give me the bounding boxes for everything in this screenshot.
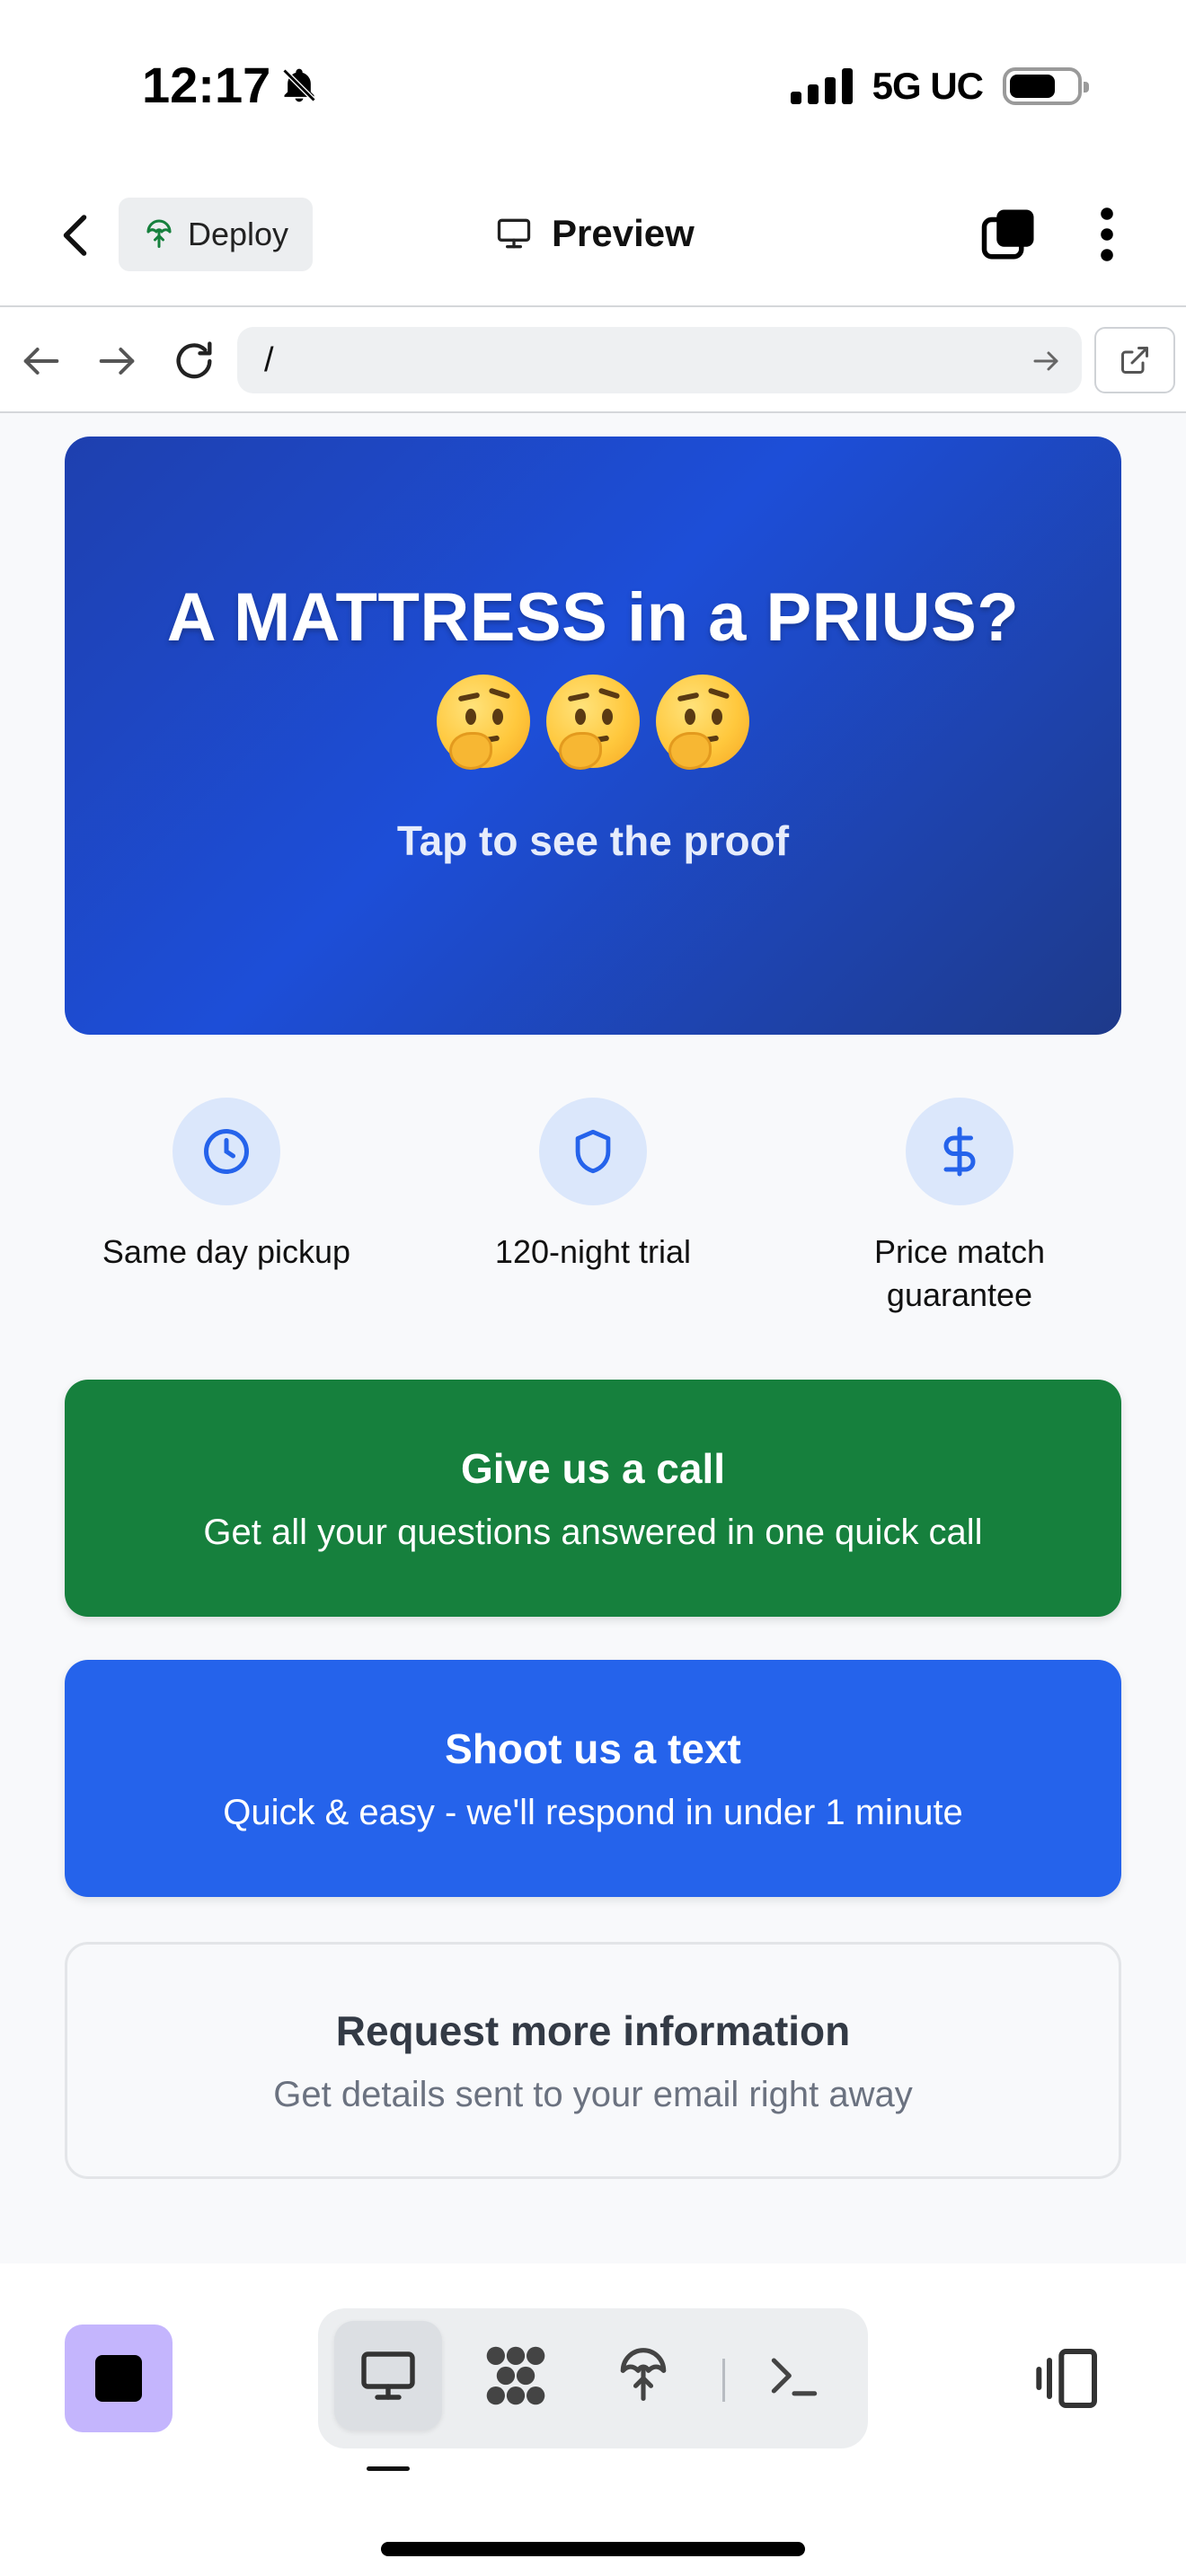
feature-same-day-pickup: Same day pickup [65,1098,388,1274]
feature-price-match: Price match guarantee [798,1098,1121,1317]
feature-icon-badge [906,1098,1013,1205]
deploy-button[interactable]: Deploy [119,198,313,271]
panel-toggle-icon[interactable] [1031,2342,1103,2414]
thinking-face-icon [546,675,640,770]
deploy-label: Deploy [187,216,289,252]
bell-slash-icon [282,68,316,101]
terminal-icon [771,2358,818,2396]
go-arrow-icon[interactable] [1030,345,1062,377]
reload-icon[interactable] [171,338,217,384]
battery-icon [1003,67,1089,105]
signal-icon [790,68,853,104]
tool-apps[interactable] [462,2321,570,2430]
request-info-subtitle: Get details sent to your email right awa… [273,2074,913,2114]
deploy-icon [620,2348,667,2402]
feature-label: Price match guarantee [873,1233,1046,1313]
call-title: Give us a call [460,1444,726,1492]
stop-icon [95,2355,142,2402]
tabs-icon[interactable] [979,205,1039,264]
url-input[interactable] [237,327,1082,393]
request-info-button[interactable]: Request more information Get details sen… [65,1942,1121,2179]
monitor-icon [361,2351,415,2400]
tool-deploy[interactable] [589,2321,697,2430]
shield-icon [575,1129,611,1174]
stop-button[interactable] [65,2325,173,2432]
feature-label: 120-night trial [494,1233,692,1270]
tool-divider [722,2359,725,2402]
network-label: 5G UC [872,65,984,107]
apps-icon [486,2346,545,2405]
clock-icon [204,1129,249,1174]
text-button[interactable]: Shoot us a text Quick & easy - we'll res… [65,1660,1121,1897]
tool-preview[interactable] [334,2321,442,2430]
clock-text: 12:17 [142,57,271,113]
hero-title: A MATTRESS in a PRIUS? [166,579,1020,656]
feature-list: Same day pickup 120-night trial Price ma… [0,1098,1186,1322]
status-time: 12:17 [142,56,319,114]
page-title: Preview [494,207,695,260]
text-subtitle: Quick & easy - we'll respond in under 1 … [223,1792,963,1832]
open-external-button[interactable] [1094,327,1175,393]
call-subtitle: Get all your questions answered in one q… [203,1512,983,1552]
feature-night-trial: 120-night trial [431,1098,755,1274]
feature-label: Same day pickup [102,1233,351,1270]
text-title: Shoot us a text [445,1725,741,1772]
deploy-icon [146,219,172,248]
thinking-face-icon [437,675,530,770]
hero-banner[interactable]: A MATTRESS in a PRIUS? Tap to see the pr… [65,437,1121,1035]
feature-icon-badge [173,1098,280,1205]
more-vertical-icon[interactable] [1089,205,1125,264]
thinking-face-icon [656,675,749,770]
monitor-icon [497,218,531,249]
bottom-toolbar [0,2263,1186,2576]
home-indicator [381,2542,805,2556]
tool-terminal[interactable] [740,2321,848,2430]
feature-icon-badge [539,1098,647,1205]
dollar-icon [943,1126,976,1177]
app-header: Deploy Preview [0,171,1186,305]
hero-subtitle: Tap to see the proof [396,817,790,864]
tool-switcher [318,2308,868,2448]
url-bar [0,305,1186,413]
request-info-title: Request more information [335,2007,851,2054]
arrow-left-icon[interactable] [18,338,65,384]
page-title-text: Preview [552,212,695,254]
arrow-right-icon[interactable] [93,338,140,384]
active-tool-indicator [367,2466,410,2471]
status-indicators: 5G UC [790,65,1089,108]
external-link-icon [1121,347,1148,374]
back-chevron-icon[interactable] [50,208,104,262]
hero-emojis [437,675,749,770]
call-button[interactable]: Give us a call Get all your questions an… [65,1380,1121,1617]
status-bar: 12:17 5G UC [0,0,1186,171]
